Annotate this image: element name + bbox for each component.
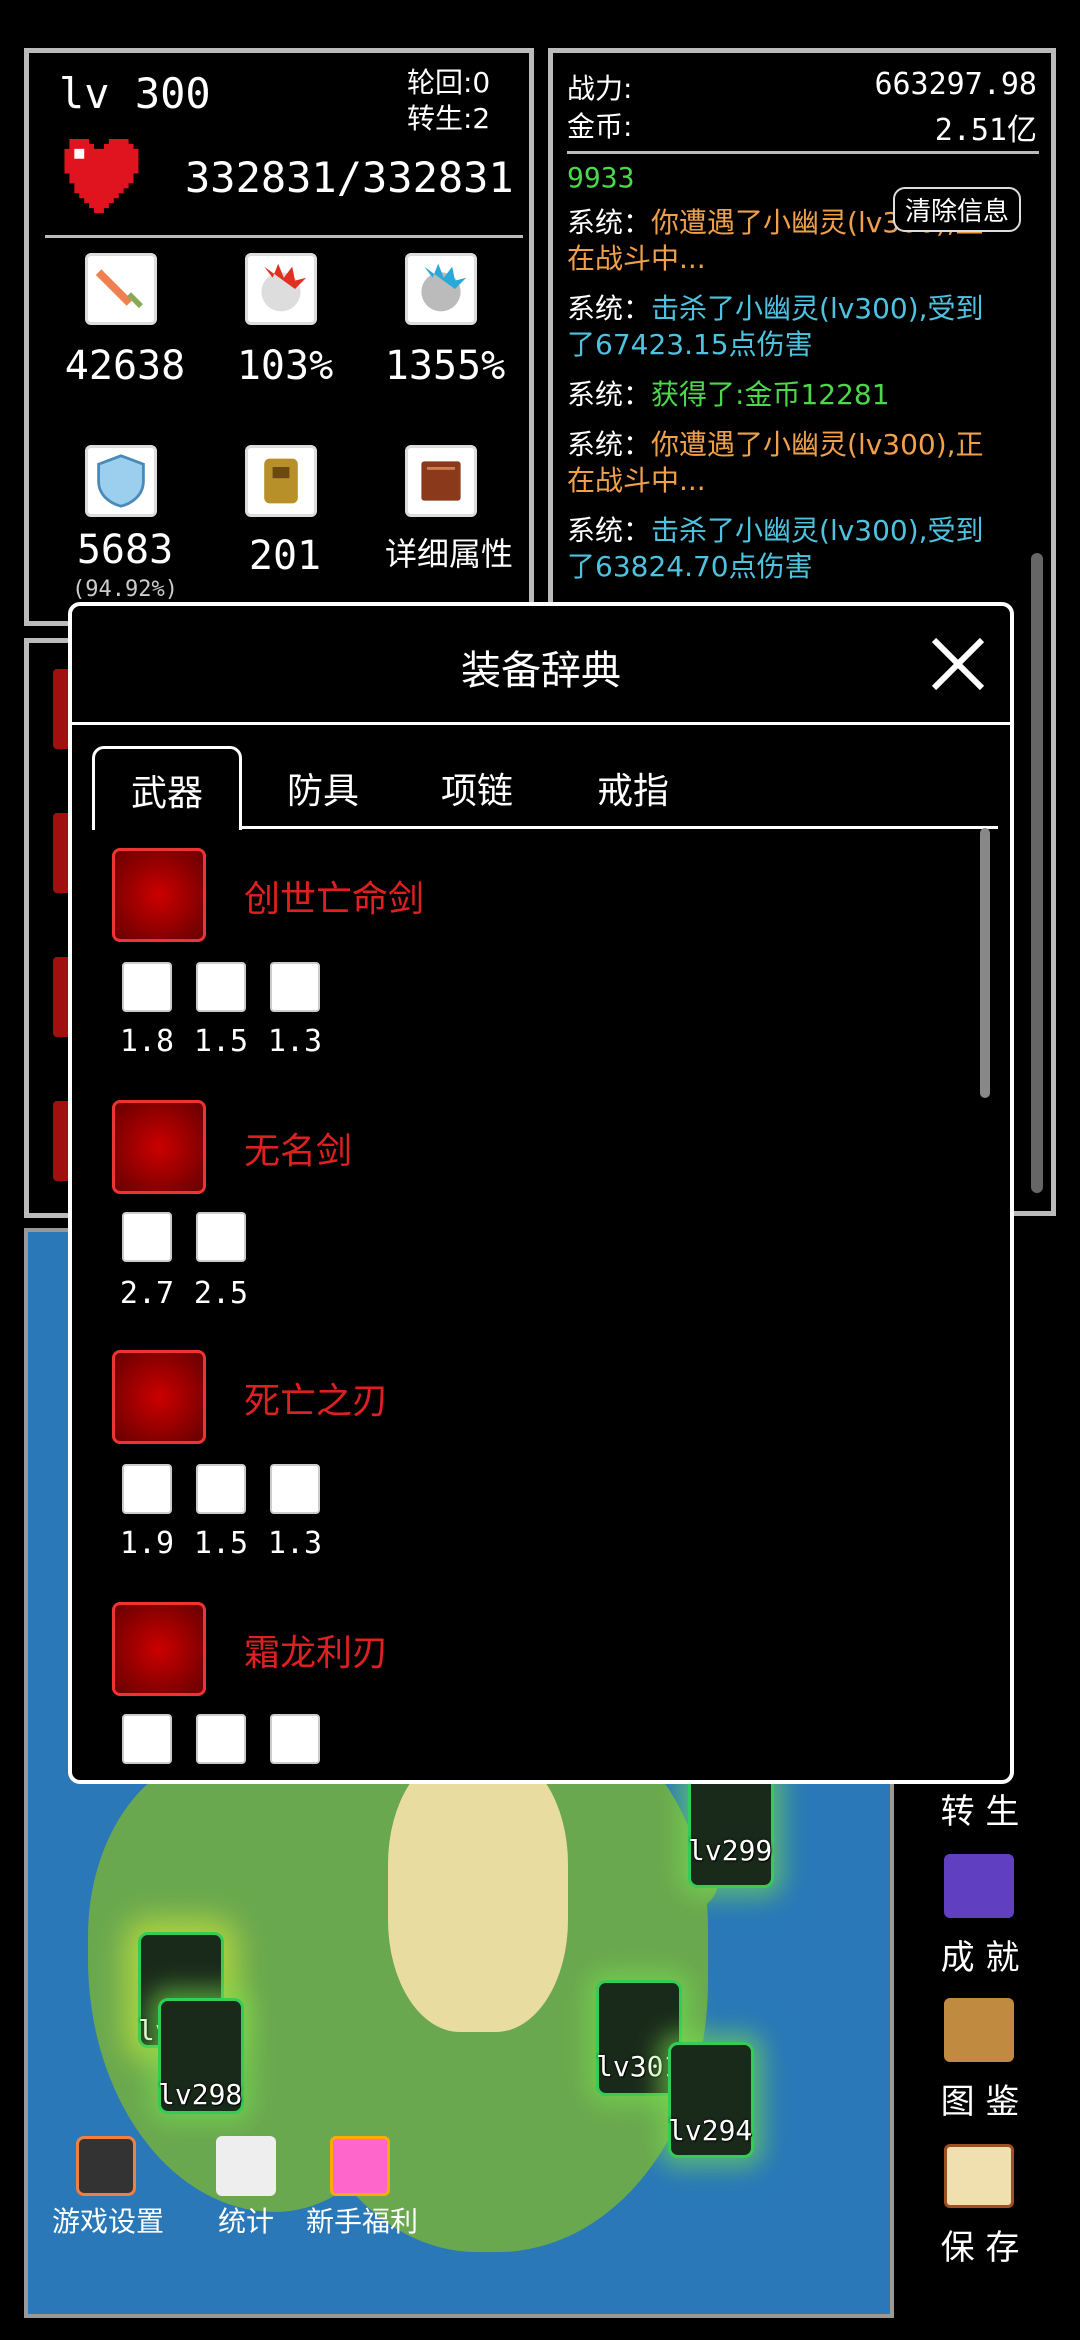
achievements-button[interactable]: 成 就 <box>928 1930 1032 1979</box>
defense-percent: (94.92%) <box>72 577 178 602</box>
player-stats-panel: lv 300 轮回:0 转生:2 332831/332831 42638 103… <box>24 48 534 626</box>
crit-rate-value: 103% <box>236 343 334 389</box>
crit-fist-icon <box>196 962 246 1012</box>
sword-icon <box>122 1464 172 1514</box>
crit-fist-icon <box>196 1212 246 1262</box>
divider <box>72 722 1010 725</box>
tab-necklace[interactable]: 项链 <box>402 746 552 830</box>
gold-value: 2.51亿 <box>934 113 1037 148</box>
tab-ring[interactable]: 戒指 <box>558 746 708 830</box>
codex-book-icon <box>944 1998 1014 2062</box>
desert <box>388 1752 568 2032</box>
armor-icon <box>245 445 317 517</box>
weapon-icon <box>112 1100 206 1194</box>
map-node-label: lv294 <box>668 2114 753 2147</box>
multiplier: 1.5 <box>193 1024 249 1059</box>
weapon-icon <box>112 848 206 942</box>
sword-icon <box>85 253 157 325</box>
defense-value: 5683 <box>76 527 174 573</box>
trophy-book-icon <box>944 1854 1014 1918</box>
codex-button[interactable]: 图 鉴 <box>928 2074 1032 2123</box>
multiplier: 2.7 <box>119 1276 175 1311</box>
statistics-button[interactable]: 统计 <box>206 2200 286 2240</box>
weapon-icon <box>112 1602 206 1696</box>
log-entry: 系统：击杀了小幽灵(lv300),受到了67423.15点伤害 <box>567 292 984 361</box>
equipment-codex-dialog: 装备辞典 武器 防具 项链 戒指 创世亡命剑 1.8 1.5 1.3 无名剑 2… <box>68 602 1014 1784</box>
log-list: 系统：你遭遇了小幽灵(lv300),正在战斗中... 系统：击杀了小幽灵(lv3… <box>567 205 1007 599</box>
log-top-number: 9933 <box>567 161 635 194</box>
achievements-label: 成 就 <box>940 1938 1020 1978</box>
newbie-benefits-button[interactable]: 新手福利 <box>300 2200 424 2240</box>
reincarnation-count: 转生:2 <box>407 102 491 135</box>
divider <box>45 235 523 238</box>
weapon-name[interactable]: 死亡之刃 <box>244 1372 388 1424</box>
gold-label: 金币: <box>567 110 633 143</box>
tab-label: 项链 <box>440 771 513 812</box>
sword-icon <box>122 1714 172 1764</box>
crit-damage-icon <box>270 962 320 1012</box>
rebirth-cycle: 轮回:0 <box>407 66 491 99</box>
close-icon[interactable] <box>928 634 988 694</box>
armor-value: 201 <box>248 533 322 579</box>
log-entry: 系统：获得了:金币12281 <box>567 378 890 411</box>
hp-value: 332831/332831 <box>185 153 514 202</box>
save-button[interactable]: 保 存 <box>928 2220 1032 2269</box>
tab-label: 武器 <box>130 772 203 814</box>
weapon-name[interactable]: 霜龙利刃 <box>244 1624 388 1676</box>
divider <box>242 826 998 829</box>
tab-label: 戒指 <box>596 771 669 812</box>
list-scrollbar[interactable] <box>980 828 990 1098</box>
dialog-title: 装备辞典 <box>461 648 621 694</box>
crit-damage-icon <box>405 253 477 325</box>
scroll-save-icon <box>944 2144 1014 2208</box>
sword-icon <box>122 962 172 1012</box>
map-node-label: lv299 <box>688 1834 773 1867</box>
log-entry: 系统：你遭遇了小幽灵(lv300),正在战斗中... <box>567 428 984 497</box>
crit-fist-icon <box>196 1714 246 1764</box>
rebirth-button[interactable]: 转 生 <box>928 1784 1032 1833</box>
weapon-name[interactable]: 无名剑 <box>244 1122 352 1174</box>
book-icon[interactable] <box>405 445 477 517</box>
codex-label: 图 鉴 <box>940 2082 1020 2122</box>
multiplier: 1.5 <box>193 1526 249 1561</box>
multiplier: 1.8 <box>119 1024 175 1059</box>
crit-damage-icon <box>270 1714 320 1764</box>
heart-icon <box>59 139 139 213</box>
game-settings-button[interactable]: 游戏设置 <box>46 2200 170 2240</box>
multiplier: 1.3 <box>267 1024 323 1059</box>
shield-icon <box>85 445 157 517</box>
log-entry: 系统：击杀了小幽灵(lv300),受到了63824.70点伤害 <box>567 514 984 583</box>
crit-fist-icon <box>245 253 317 325</box>
log-scrollbar[interactable] <box>1031 553 1043 1193</box>
clear-log-button[interactable]: 清除信息 <box>893 187 1022 232</box>
power-value: 663297.98 <box>874 67 1037 102</box>
map-node-label: lv298 <box>158 2078 243 2111</box>
player-level: lv 300 <box>59 69 211 118</box>
sword-icon <box>122 1212 172 1262</box>
tab-weapons[interactable]: 武器 <box>92 746 242 830</box>
divider <box>567 151 1039 154</box>
multiplier: 1.9 <box>119 1526 175 1561</box>
settings-icon <box>76 2136 136 2196</box>
crit-damage-icon <box>270 1464 320 1514</box>
gift-icon <box>330 2136 390 2196</box>
multiplier: 2.5 <box>193 1276 249 1311</box>
tab-label: 防具 <box>286 771 359 812</box>
multiplier: 1.3 <box>267 1526 323 1561</box>
rebirth-label: 转 生 <box>940 1792 1020 1832</box>
attack-value: 42638 <box>64 343 186 389</box>
map-node[interactable] <box>688 1772 774 1888</box>
weapon-icon <box>112 1350 206 1444</box>
save-label: 保 存 <box>940 2228 1020 2268</box>
power-label: 战力: <box>567 72 633 105</box>
weapon-name[interactable]: 创世亡命剑 <box>244 870 424 922</box>
details-button[interactable]: 详细属性 <box>365 529 533 575</box>
crit-damage-value: 1355% <box>384 343 506 389</box>
tab-armor[interactable]: 防具 <box>248 746 398 830</box>
stats-icon <box>216 2136 276 2196</box>
crit-fist-icon <box>196 1464 246 1514</box>
